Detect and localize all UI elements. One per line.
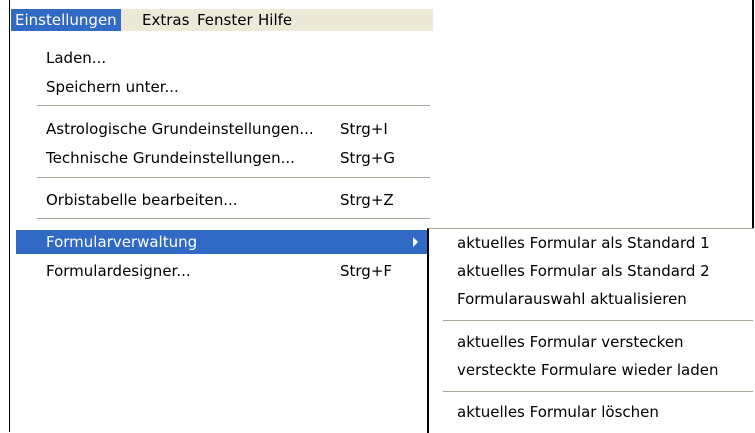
menu-einstellungen[interactable]: Einstellungen bbox=[11, 9, 121, 31]
menu-item-technische-grundeinstellungen[interactable]: Technische Grundeinstellungen... Strg+G bbox=[11, 146, 433, 170]
menu-item-label: Formulardesigner... bbox=[46, 262, 191, 280]
menu-item-astrologische-grundeinstellungen[interactable]: Astrologische Grundeinstellungen... Strg… bbox=[11, 117, 433, 141]
submenu-item-label: aktuelles Formular verstecken bbox=[457, 333, 684, 351]
menu-bar: Einstellungen Extras Fenster Hilfe bbox=[11, 9, 433, 31]
submenu-separator bbox=[443, 391, 753, 393]
menu-separator bbox=[37, 105, 430, 107]
menu-item-label: Speichern unter... bbox=[46, 78, 179, 96]
submenu-item-standard-1[interactable]: aktuelles Formular als Standard 1 bbox=[429, 231, 752, 255]
submenu-item-label: Formularauswahl aktualisieren bbox=[457, 290, 687, 308]
menu-item-label: Laden... bbox=[46, 49, 107, 67]
menu-fenster-label: Fenster bbox=[197, 11, 253, 29]
window-edge-left bbox=[9, 0, 10, 432]
submenu-separator bbox=[443, 320, 753, 322]
menu-item-shortcut: Strg+G bbox=[340, 149, 396, 167]
submenu-item-formular-loeschen[interactable]: aktuelles Formular löschen bbox=[429, 400, 752, 424]
submenu-item-label: aktuelles Formular als Standard 2 bbox=[457, 262, 710, 280]
menu-item-orbistabelle-bearbeiten[interactable]: Orbistabelle bearbeiten... Strg+Z bbox=[11, 188, 433, 212]
formularverwaltung-submenu: aktuelles Formular als Standard 1 aktuel… bbox=[427, 228, 754, 433]
menu-hilfe-label: Hilfe bbox=[258, 11, 293, 29]
menu-einstellungen-label: Einstellungen bbox=[15, 11, 117, 29]
menu-fenster[interactable]: Fenster bbox=[193, 9, 257, 31]
submenu-item-formulare-wieder-laden[interactable]: versteckte Formulare wieder laden bbox=[429, 358, 752, 382]
menu-item-label: Orbistabelle bearbeiten... bbox=[46, 191, 238, 209]
menu-item-label: Formularverwaltung bbox=[46, 233, 198, 251]
menu-item-laden[interactable]: Laden... bbox=[11, 46, 433, 70]
menu-item-speichern-unter[interactable]: Speichern unter... bbox=[11, 75, 433, 99]
menu-item-shortcut: Strg+Z bbox=[340, 191, 394, 209]
menu-hilfe[interactable]: Hilfe bbox=[254, 9, 296, 31]
menu-item-shortcut: Strg+I bbox=[340, 120, 388, 138]
menu-extras[interactable]: Extras bbox=[138, 9, 193, 31]
chevron-right-icon bbox=[413, 237, 418, 247]
submenu-item-label: versteckte Formulare wieder laden bbox=[457, 361, 719, 379]
submenu-item-formular-verstecken[interactable]: aktuelles Formular verstecken bbox=[429, 330, 752, 354]
submenu-item-formularauswahl-aktualisieren[interactable]: Formularauswahl aktualisieren bbox=[429, 287, 752, 311]
menu-item-formularverwaltung[interactable]: Formularverwaltung bbox=[16, 230, 428, 254]
menu-item-formulardesigner[interactable]: Formulardesigner... Strg+F bbox=[11, 259, 433, 283]
submenu-item-standard-2[interactable]: aktuelles Formular als Standard 2 bbox=[429, 259, 752, 283]
menu-item-label: Astrologische Grundeinstellungen... bbox=[46, 120, 314, 138]
menu-separator bbox=[37, 218, 430, 220]
einstellungen-dropdown: Laden... Speichern unter... Astrologisch… bbox=[11, 31, 433, 432]
menu-item-shortcut: Strg+F bbox=[340, 262, 393, 280]
submenu-item-label: aktuelles Formular löschen bbox=[457, 403, 659, 421]
menu-separator bbox=[37, 177, 430, 179]
submenu-item-label: aktuelles Formular als Standard 1 bbox=[457, 234, 710, 252]
menu-item-label: Technische Grundeinstellungen... bbox=[46, 149, 295, 167]
menu-extras-label: Extras bbox=[142, 11, 190, 29]
